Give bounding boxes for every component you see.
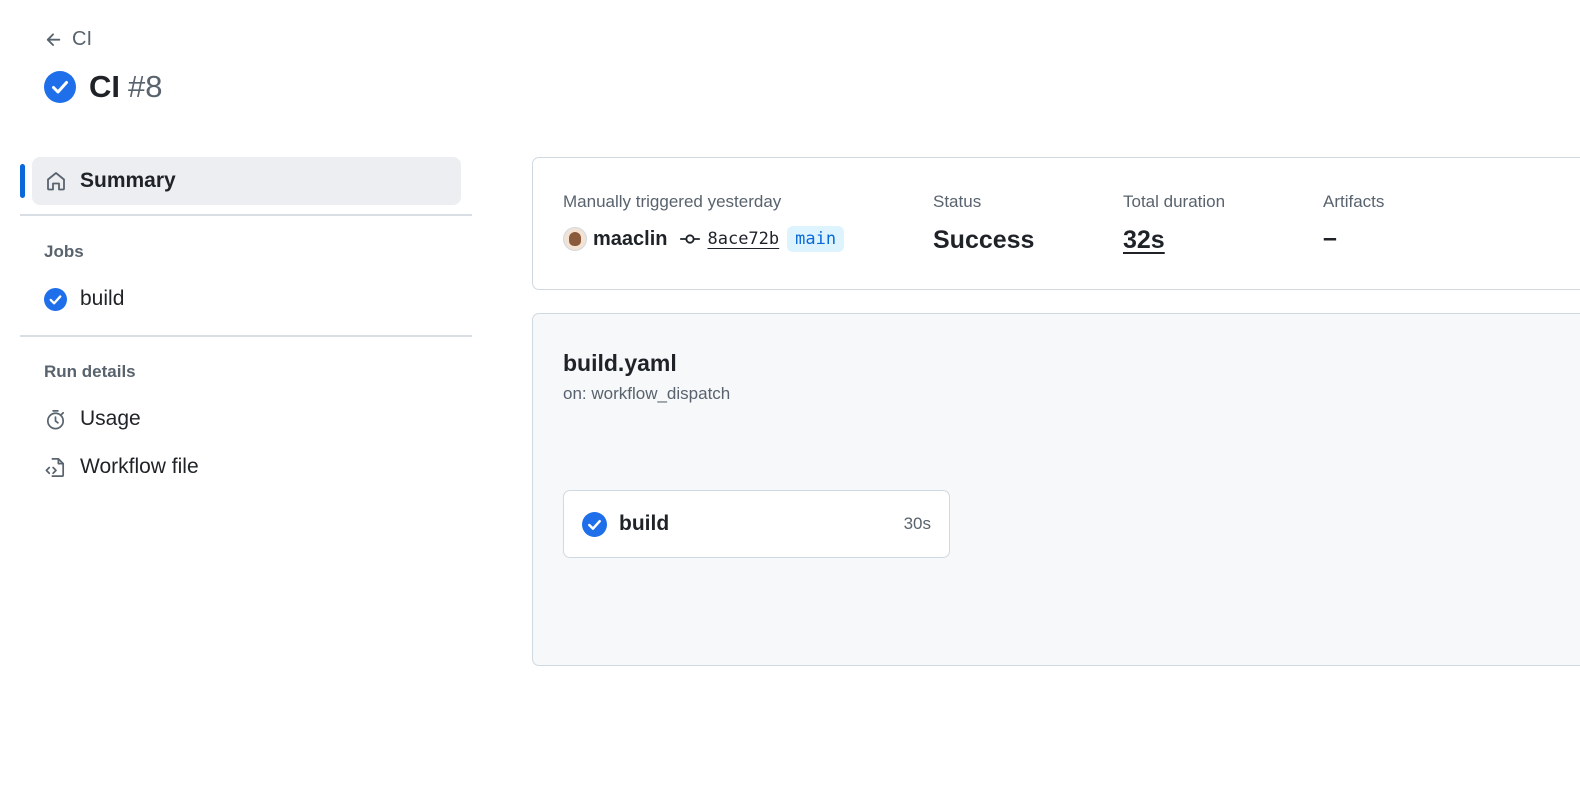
job-name: build [619, 512, 670, 535]
workflow-graph: build.yaml on: workflow_dispatch build 3… [532, 313, 1580, 666]
check-circle-icon [44, 287, 67, 311]
sidebar-item-label: Workflow file [80, 455, 199, 478]
git-commit-icon [680, 234, 701, 244]
page-title: CI [89, 69, 120, 104]
check-circle-icon [582, 511, 607, 537]
trigger-label: Manually triggered yesterday [563, 192, 782, 211]
active-indicator [20, 164, 25, 198]
branch-badge[interactable]: main [787, 226, 845, 252]
run-number: #8 [128, 69, 163, 104]
workflow-file-name: build.yaml [563, 350, 677, 376]
run-summary-card: Manually triggered yesterday maaclin 8ac… [532, 157, 1580, 290]
stopwatch-icon [46, 409, 65, 429]
avatar[interactable] [563, 227, 587, 251]
commit-sha-link[interactable]: 8ace72b [705, 229, 781, 249]
back-link-label: CI [72, 28, 92, 50]
sidebar-item-build[interactable]: build [44, 287, 124, 311]
page-title-row: CI #8 [44, 68, 162, 105]
sidebar-item-label: Summary [80, 169, 176, 192]
arrow-left-icon [46, 32, 61, 46]
status-value: Success [933, 226, 1035, 254]
divider [20, 335, 472, 337]
file-code-icon [45, 457, 65, 477]
run-details-heading: Run details [44, 362, 136, 381]
artifacts-label: Artifacts [1323, 192, 1385, 211]
sidebar-item-label: Usage [80, 407, 141, 430]
job-card-build[interactable]: build 30s [563, 490, 950, 558]
sidebar-item-workflow-file[interactable]: Workflow file [44, 455, 199, 479]
trigger-details: maaclin 8ace72b main [563, 226, 845, 252]
home-icon [47, 172, 65, 191]
jobs-heading: Jobs [44, 242, 84, 261]
job-duration: 30s [903, 514, 931, 533]
divider [20, 214, 472, 216]
sidebar-item-usage[interactable]: Usage [44, 407, 141, 431]
artifacts-value: – [1323, 224, 1337, 252]
workflow-trigger: on: workflow_dispatch [563, 384, 731, 403]
sidebar-item-summary[interactable]: Summary [32, 157, 461, 205]
status-label: Status [933, 192, 982, 211]
duration-label: Total duration [1123, 192, 1226, 211]
back-link[interactable]: CI [44, 28, 92, 51]
actor-link[interactable]: maaclin [593, 228, 667, 251]
sidebar-item-label: build [80, 287, 125, 310]
check-circle-icon [44, 70, 76, 103]
duration-link[interactable]: 32s [1123, 226, 1165, 255]
